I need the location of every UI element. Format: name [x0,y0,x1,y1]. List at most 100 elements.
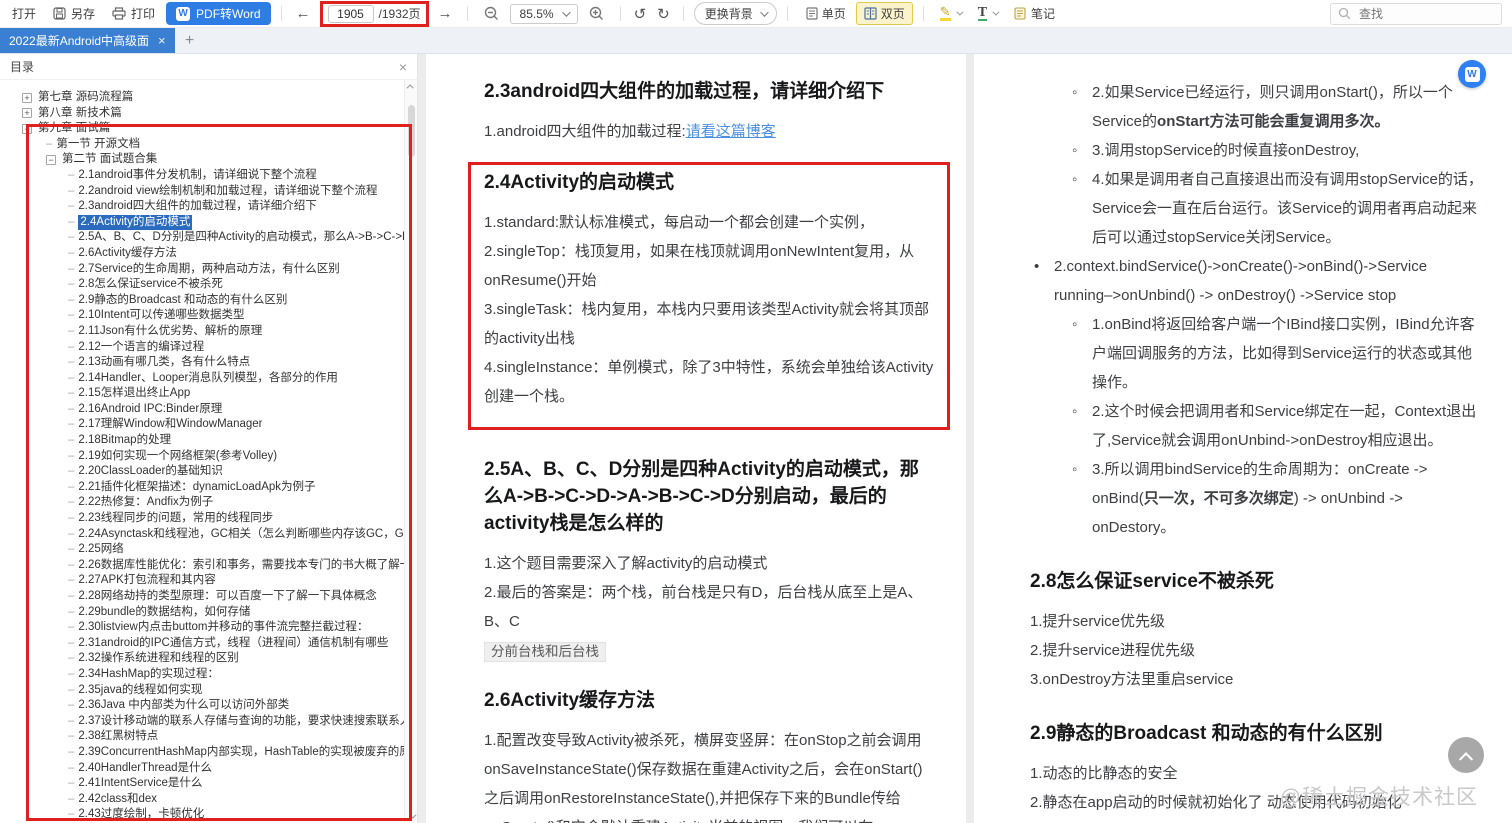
toc-item[interactable]: –2.29bundle的数据结构，如何存储 [0,605,404,621]
document-tab[interactable]: 2022最新Android中高级面试题 × [0,28,175,53]
next-page-button[interactable]: → [434,5,457,22]
toc-item[interactable]: −第二节 面试题合集 [0,152,404,168]
tree-tick: – [68,262,74,278]
list-item: ◦2.如果Service已经运行，则只调用onStart()，所以一个Servi… [1030,78,1484,136]
toc-item[interactable]: –2.22热修复：Andfix为例子 [0,495,404,511]
pdf-to-word-button[interactable]: W PDF转Word [166,2,270,25]
toc-item[interactable]: –2.35java的线程如何实现 [0,683,404,699]
toc-item-label: 2.36Java 中内部类为什么可以访问外部类 [78,698,289,714]
collapse-icon[interactable]: − [22,124,32,134]
toc-item[interactable]: –2.5A、B、C、D分别是四种Activity的启动模式，那么A->B->C-… [0,230,404,246]
scrollbar-thumb[interactable] [408,105,415,157]
toc-item[interactable]: –2.11Json有什么优劣势、解析的原理 [0,324,404,340]
collapse-icon[interactable]: − [46,155,56,165]
prev-page-button[interactable]: ← [292,5,315,22]
toc-item[interactable]: –2.32操作系统进程和线程的区别 [0,651,404,667]
toc-item[interactable]: –2.37设计移动端的联系人存储与查询的功能，要求快速搜索联系人，可以用到哪 [0,714,404,730]
toc-item[interactable]: –2.28网络劫持的类型原理：可以百度一下了解一下具体概念 [0,589,404,605]
scroll-up-icon[interactable] [406,84,413,91]
toc-item[interactable]: –2.13动画有哪几类，各有什么特点 [0,355,404,371]
toc-item[interactable]: –2.21插件化框架描述：dynamicLoadApk为例子 [0,480,404,496]
sidebar-scrollbar[interactable] [404,80,417,823]
scroll-to-top-button[interactable] [1448,737,1484,773]
toc-item[interactable]: –2.3android四大组件的加载过程，请详细介绍下 [0,199,404,215]
toc-item[interactable]: –2.15怎样退出终止App [0,386,404,402]
pdf-to-word-floating-button[interactable]: W [1458,60,1486,88]
toc-item[interactable]: –2.26数据库性能优化：索引和事务，需要找本专门的书大概了解一下 [0,558,404,574]
toc-item[interactable]: –2.36Java 中内部类为什么可以访问外部类 [0,698,404,714]
scroll-down-icon[interactable] [409,812,416,819]
toc-item[interactable]: –2.18Bitmap的处理 [0,433,404,449]
expand-icon[interactable]: + [22,108,32,118]
rotate-right-button[interactable]: ↻ [654,5,673,23]
blog-link[interactable]: 请看这篇博客 [686,123,776,140]
toc-item[interactable]: –2.40HandlerThread是什么 [0,761,404,777]
toc-item[interactable]: –2.34HashMap的实现过程： [0,667,404,683]
toc-item-label: 2.2android view绘制机制和加载过程，请详细说下整个流程 [78,184,377,200]
toc-item[interactable]: –2.16Android IPC:Binder原理 [0,402,404,418]
double-page-button[interactable]: 双页 [856,2,913,25]
toc-item[interactable]: –2.23线程同步的问题，常用的线程同步 [0,511,404,527]
print-button[interactable]: 打印 [106,3,161,24]
zoom-out-button[interactable] [478,4,505,23]
toc-item[interactable]: –第一节 开源文档 [0,137,404,153]
expand-icon[interactable]: + [22,93,32,103]
change-background-dropdown[interactable]: 更换背景 [694,2,777,25]
save-as-button[interactable]: 另存 [47,3,101,24]
toc-item[interactable]: –2.1android事件分发机制，请详细说下整个流程 [0,168,404,184]
tab-close-icon[interactable]: × [158,33,166,48]
toc-item[interactable]: –2.20ClassLoader的基础知识 [0,464,404,480]
toc-item[interactable]: –2.4Activity的启动模式 [0,215,404,231]
zoom-in-icon [589,6,604,21]
toc-item[interactable]: –2.43过度绘制，卡顿优化 [0,807,404,823]
toc-item[interactable]: –2.24Asynctask和线程池，GC相关（怎么判断哪些内存该GC，GC算法… [0,527,404,543]
text-run: 1.这个题目需要深入了解activity的启动模式 [484,555,767,572]
text-run: 2.最后的答案是：两个栈，前台栈是只有D，后台栈从底至上是A、B、C [484,584,922,630]
toc-item[interactable]: –2.7Service的生命周期，两种启动方法，有什么区别 [0,262,404,278]
notes-button[interactable]: 笔记 [1008,3,1061,24]
zoom-in-button[interactable] [583,4,610,23]
toc-item[interactable]: –2.12一个语言的编译过程 [0,340,404,356]
toc-item-label: 2.22热修复：Andfix为例子 [78,495,213,511]
toc-item-label: 2.23线程同步的问题，常用的线程同步 [78,511,273,527]
new-tab-button[interactable]: + [175,28,205,53]
single-page-button[interactable]: 单页 [798,2,854,25]
toc-item-label: 2.40HandlerThread是什么 [78,761,212,777]
toc-item[interactable]: –2.42class和dex [0,792,404,808]
search-input[interactable] [1355,7,1502,21]
doc-paragraph: 1.配置改变导致Activity被杀死，横屏变竖屏：在onStop之前会调用on… [484,726,934,823]
toc-item[interactable]: −第九章 面试篇 [0,121,404,137]
toc-close-icon[interactable]: × [399,59,407,75]
rotate-left-button[interactable]: ↺ [631,5,650,23]
toc-item[interactable]: –2.14Handler、Looper消息队列模型，各部分的作用 [0,371,404,387]
tree-tick: – [68,199,74,215]
toc-item[interactable]: –2.17理解Window和WindowManager [0,417,404,433]
chevron-down-icon [956,9,963,16]
page-number-input[interactable] [328,5,374,23]
highlighter-tool-button[interactable]: ✎ [934,4,967,23]
toc-item[interactable]: –2.30listview内点击buttom并移动的事件流完整拦截过程： [0,620,404,636]
toc-item[interactable]: –2.19如何实现一个网络框架(参考Volley) [0,449,404,465]
highlighter-icon: ✎ [940,6,951,21]
toc-item[interactable]: –2.27APK打包流程和其内容 [0,573,404,589]
toc-item[interactable]: –2.2android view绘制机制和加载过程，请详细说下整个流程 [0,184,404,200]
toolbar: 打开 另存 打印 W PDF转Word ← /1932页 → 85.5% ↺ ↻… [0,0,1512,28]
toc-item[interactable]: –2.41IntentService是什么 [0,776,404,792]
zoom-level-dropdown[interactable]: 85.5% [510,4,578,24]
text-tool-button[interactable]: T [972,4,1003,23]
open-button[interactable]: 打开 [6,3,42,24]
toc-item[interactable]: +第八章 新技术篇 [0,106,404,122]
tree-tick: – [68,402,74,418]
tree-tick: – [68,776,74,792]
toc-item[interactable]: –2.8怎么保证service不被杀死 [0,277,404,293]
toc-item[interactable]: –2.25网络 [0,542,404,558]
text-run: onStart方法可能会重复调用多次。 [1157,113,1390,130]
toc-item[interactable]: –2.38红黑树特点 [0,729,404,745]
toc-item[interactable]: –2.39ConcurrentHashMap内部实现，HashTable的实现被… [0,745,404,761]
toc-item[interactable]: +第七章 源码流程篇 [0,90,404,106]
toc-item[interactable]: –2.10Intent可以传递哪些数据类型 [0,308,404,324]
toc-item[interactable]: –2.9静态的Broadcast 和动态的有什么区别 [0,293,404,309]
toc-item[interactable]: –2.6Activity缓存方法 [0,246,404,262]
toc-item[interactable]: –2.31android的IPC通信方式，线程（进程间）通信机制有哪些 [0,636,404,652]
tree-tick: – [68,651,74,667]
